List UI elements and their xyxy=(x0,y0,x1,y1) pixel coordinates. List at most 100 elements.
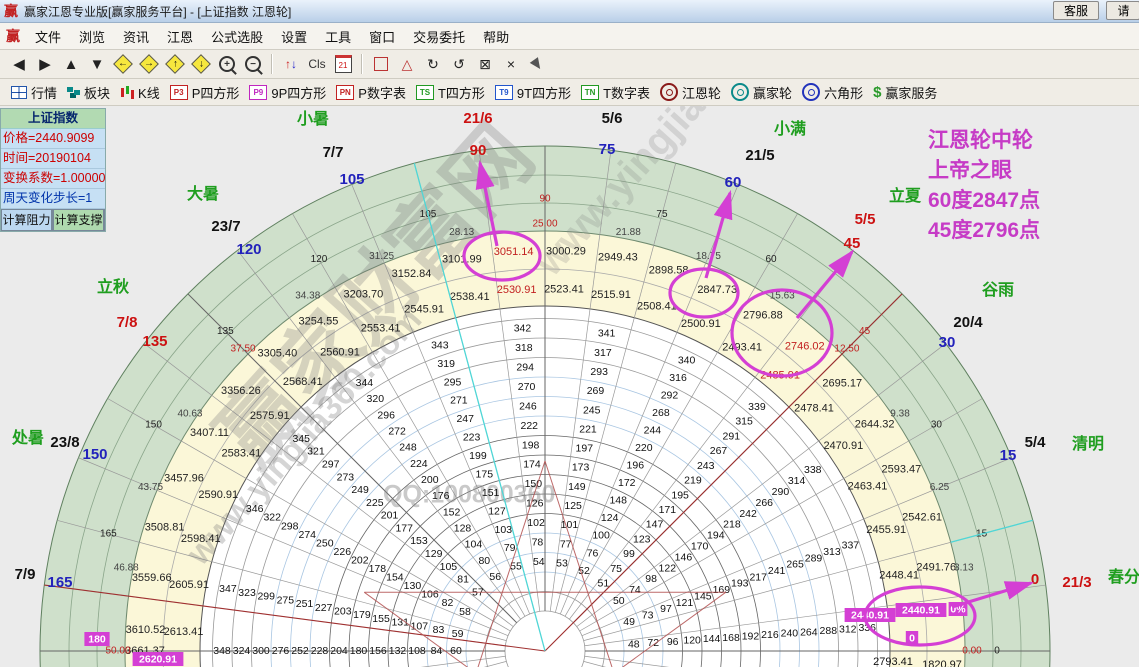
menu-item-6[interactable]: 设置 xyxy=(281,30,307,45)
zoom-out-button[interactable]: − xyxy=(242,53,264,75)
svg-text:346: 346 xyxy=(246,503,264,515)
svg-text:193: 193 xyxy=(731,578,749,590)
svg-text:266: 266 xyxy=(756,497,774,509)
calendar-button[interactable]: 21 xyxy=(332,53,354,75)
view-button-label: 板块 xyxy=(84,85,111,101)
customer-service-button[interactable]: 客服 xyxy=(1053,1,1100,20)
view-button-P数字表[interactable]: PN P数字表 xyxy=(336,83,406,102)
menu-item-7[interactable]: 工具 xyxy=(325,30,351,45)
svg-text:春分: 春分 xyxy=(1107,567,1139,586)
svg-text:249: 249 xyxy=(351,484,369,496)
menu-item-5[interactable]: 公式选股 xyxy=(211,30,263,45)
svg-text:135: 135 xyxy=(217,326,234,337)
nav-right-button[interactable]: ▶ xyxy=(34,53,56,75)
view-button-六角形[interactable]: 六角形 xyxy=(802,83,863,102)
menu-item-8[interactable]: 窗口 xyxy=(369,30,395,45)
svg-text:54: 54 xyxy=(533,556,545,568)
calc-resistance-button[interactable]: 计算阻力 xyxy=(1,209,53,231)
svg-text:299: 299 xyxy=(257,591,275,603)
menu-item-3[interactable]: 资讯 xyxy=(123,30,149,45)
view-button-9T四方形[interactable]: T9 9T四方形 xyxy=(494,83,571,102)
svg-text:2605.91: 2605.91 xyxy=(169,579,209,591)
svg-text:345: 345 xyxy=(292,433,310,445)
view-button-江恩轮[interactable]: 江恩轮 xyxy=(660,83,721,102)
view-button-T四方形[interactable]: TS T四方形 xyxy=(415,83,485,102)
svg-text:6.25: 6.25 xyxy=(930,482,950,493)
svg-text:245: 245 xyxy=(583,404,601,416)
view-button-9P四方形[interactable]: P9 9P四方形 xyxy=(249,83,326,102)
view-button-板块[interactable]: 板块 xyxy=(67,83,110,102)
svg-text:135: 135 xyxy=(142,333,167,350)
zoom-in-button[interactable]: + xyxy=(216,53,238,75)
svg-text:2440.91: 2440.91 xyxy=(851,609,889,621)
rotate-cw-button[interactable]: ↻ xyxy=(422,53,444,75)
toolbar-main: ◀ ▶ ▲ ▼ ← → ↑ ↓ + − ↑ ↓ Cls 21 △ ↻ ↺ ⊠ × xyxy=(0,50,1139,79)
svg-text:2491.76: 2491.76 xyxy=(916,562,956,574)
svg-text:3254.55: 3254.55 xyxy=(299,315,339,327)
view-button-label: 六角形 xyxy=(824,85,864,101)
collapse-button[interactable]: × xyxy=(500,53,522,75)
svg-text:198: 198 xyxy=(522,439,540,451)
svg-text:2575.91: 2575.91 xyxy=(250,410,290,422)
svg-text:2793.41: 2793.41 xyxy=(873,656,913,667)
menu-item-10[interactable]: 帮助 xyxy=(483,30,509,45)
view-button-赢家服务[interactable]: $ 赢家服务 xyxy=(873,83,937,102)
menu-item-9[interactable]: 交易委托 xyxy=(413,30,465,45)
menu-item-1[interactable]: 文件 xyxy=(35,30,61,45)
svg-text:179: 179 xyxy=(353,609,371,621)
TN-box-icon: TN xyxy=(581,84,600,100)
svg-text:148: 148 xyxy=(609,495,627,507)
pan-up-button[interactable]: ↑ xyxy=(164,53,186,75)
view-button-行情[interactable]: 行情 xyxy=(11,83,57,102)
nav-up-button[interactable]: ▲ xyxy=(60,53,82,75)
view-button-K线[interactable]: K线 xyxy=(120,83,160,102)
view-button-赢家轮[interactable]: 赢家轮 xyxy=(731,83,792,102)
svg-text:5/4: 5/4 xyxy=(1025,434,1047,451)
svg-text:大暑: 大暑 xyxy=(187,184,219,203)
pointer-tool-button[interactable] xyxy=(526,53,548,75)
svg-text:292: 292 xyxy=(661,390,679,402)
view-button-P四方形[interactable]: P3 P四方形 xyxy=(169,83,239,102)
pan-left-button[interactable]: ← xyxy=(112,53,134,75)
calc-support-button[interactable]: 计算支撑 xyxy=(53,209,105,231)
svg-text:216: 216 xyxy=(761,629,779,641)
svg-text:2695.17: 2695.17 xyxy=(822,377,862,389)
login-button-clipped[interactable]: 请 xyxy=(1106,1,1139,20)
svg-text:204: 204 xyxy=(330,645,348,657)
annotation-line: 江恩轮中轮 xyxy=(928,129,1033,152)
svg-text:90: 90 xyxy=(470,142,487,159)
svg-text:132: 132 xyxy=(389,645,407,657)
triangle-tool-button[interactable]: △ xyxy=(396,53,418,75)
cls-button[interactable]: Cls xyxy=(306,53,328,75)
rotate-ccw-button[interactable]: ↺ xyxy=(448,53,470,75)
view-button-T数字表[interactable]: TN T数字表 xyxy=(581,83,650,102)
updown-button[interactable]: ↑ ↓ xyxy=(280,53,302,75)
svg-text:217: 217 xyxy=(749,571,767,583)
svg-text:107: 107 xyxy=(411,620,429,632)
pan-down-button[interactable]: ↓ xyxy=(190,53,212,75)
svg-text:192: 192 xyxy=(742,630,760,642)
svg-text:244: 244 xyxy=(644,425,662,437)
boxed-x-button[interactable]: ⊠ xyxy=(474,53,496,75)
svg-text:2553.41: 2553.41 xyxy=(361,322,401,334)
svg-text:34.38: 34.38 xyxy=(295,291,320,302)
svg-text:2560.91: 2560.91 xyxy=(320,347,360,359)
svg-text:273: 273 xyxy=(337,471,355,483)
T9-box-icon: T9 xyxy=(494,84,513,100)
svg-text:178: 178 xyxy=(369,563,387,575)
svg-text:294: 294 xyxy=(516,361,534,373)
svg-text:100: 100 xyxy=(592,530,610,542)
menu-item-4[interactable]: 江恩 xyxy=(167,30,193,45)
nav-down-button[interactable]: ▼ xyxy=(86,53,108,75)
svg-text:150: 150 xyxy=(525,478,543,490)
svg-text:343: 343 xyxy=(431,339,449,351)
svg-text:2470.91: 2470.91 xyxy=(823,440,863,452)
svg-text:0: 0 xyxy=(994,646,1000,657)
pan-right-button[interactable]: → xyxy=(138,53,160,75)
square-tool-button[interactable] xyxy=(370,53,392,75)
nav-left-button[interactable]: ◀ xyxy=(8,53,30,75)
svg-text:3559.66: 3559.66 xyxy=(132,572,172,584)
svg-text:123: 123 xyxy=(633,533,651,545)
svg-text:2590.91: 2590.91 xyxy=(198,489,238,501)
menu-item-2[interactable]: 浏览 xyxy=(79,30,105,45)
